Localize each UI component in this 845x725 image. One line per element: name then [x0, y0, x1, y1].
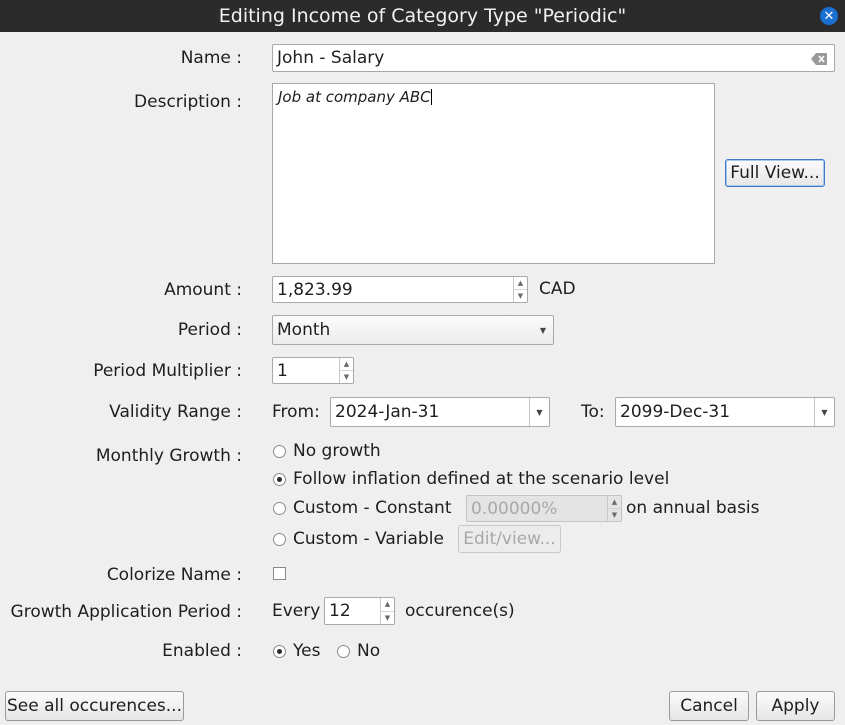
annual-basis-label: on annual basis	[626, 498, 760, 518]
growth-constant-value: 0.00000%	[471, 498, 558, 519]
from-date-combo[interactable]: 2024-Jan-31 ▼	[330, 397, 550, 427]
to-date-value: 2099-Dec-31	[620, 402, 731, 422]
period-multiplier-label: Period Multiplier :	[93, 361, 242, 381]
from-label: From:	[272, 402, 320, 422]
close-icon[interactable]: ✕	[820, 7, 838, 25]
growth-application-period-label: Growth Application Period :	[10, 602, 242, 622]
amount-spinner[interactable]: 1,823.99 ▲ ▼	[272, 276, 528, 303]
apply-button[interactable]: Apply	[756, 691, 835, 721]
radio-button-selected[interactable]	[273, 644, 286, 658]
amount-label: Amount :	[164, 280, 242, 300]
to-date-combo[interactable]: 2099-Dec-31 ▼	[615, 397, 835, 427]
cancel-button[interactable]: Cancel	[669, 691, 749, 721]
growth-none-option[interactable]: No growth	[273, 441, 381, 461]
description-value: Job at company ABC	[278, 88, 431, 106]
growth-constant-spinner: 0.00000% ▲ ▼	[466, 495, 622, 522]
spin-down-icon[interactable]: ▼	[381, 610, 394, 625]
window-title: Editing Income of Category Type "Periodi…	[218, 5, 627, 27]
enabled-no-label: No	[357, 641, 381, 661]
text-caret	[430, 89, 432, 105]
growth-inflation-label: Follow inflation defined at the scenario…	[293, 469, 670, 489]
description-label: Description :	[134, 92, 242, 112]
name-value: John - Salary	[277, 48, 385, 68]
spin-up-icon[interactable]: ▲	[514, 277, 527, 289]
title-bar: Editing Income of Category Type "Periodi…	[0, 0, 845, 32]
growth-constant-spinner-buttons: ▲ ▼	[607, 496, 621, 521]
enabled-label: Enabled :	[162, 641, 242, 661]
enabled-yes-label: Yes	[293, 641, 321, 661]
see-all-occurences-button[interactable]: See all occurences...	[5, 691, 184, 721]
period-select[interactable]: Month ▼	[272, 315, 554, 345]
period-selected: Month	[277, 320, 331, 340]
period-multiplier-spinner-buttons[interactable]: ▲ ▼	[339, 358, 353, 383]
growth-application-value: 12	[329, 601, 351, 621]
colorize-name-checkbox[interactable]	[273, 567, 286, 580]
growth-application-spinner[interactable]: 12 ▲ ▼	[324, 597, 395, 625]
occurences-label: occurence(s)	[405, 601, 515, 621]
name-field[interactable]: John - Salary	[272, 44, 835, 72]
radio-button-selected[interactable]	[273, 472, 286, 486]
growth-inflation-option[interactable]: Follow inflation defined at the scenario…	[273, 469, 669, 489]
spin-up-icon[interactable]: ▲	[381, 598, 394, 611]
growth-variable-label: Custom - Variable	[293, 529, 444, 549]
period-multiplier-value: 1	[277, 360, 288, 381]
growth-constant-option[interactable]: Custom - Constant	[273, 498, 452, 518]
radio-button[interactable]	[273, 501, 286, 515]
colorize-name-label: Colorize Name :	[106, 565, 242, 585]
radio-button[interactable]	[273, 444, 286, 458]
amount-spinner-buttons[interactable]: ▲ ▼	[513, 277, 527, 302]
chevron-down-icon[interactable]: ▼	[814, 398, 834, 426]
currency-label: CAD	[539, 279, 576, 299]
growth-variable-option[interactable]: Custom - Variable	[273, 529, 444, 549]
name-label: Name :	[180, 48, 242, 68]
spin-down-icon[interactable]: ▼	[340, 370, 353, 383]
spin-up-icon: ▲	[611, 498, 618, 506]
enabled-no-option[interactable]: No	[337, 641, 380, 661]
enabled-yes-option[interactable]: Yes	[273, 641, 320, 661]
every-label: Every	[272, 601, 321, 621]
period-label: Period :	[177, 320, 242, 340]
spin-down-icon[interactable]: ▼	[514, 289, 527, 302]
full-view-button[interactable]: Full View...	[725, 159, 825, 187]
edit-view-button: Edit/view...	[458, 525, 561, 553]
period-multiplier-spinner[interactable]: 1 ▲ ▼	[272, 357, 354, 384]
radio-button[interactable]	[273, 532, 286, 546]
growth-application-spinner-buttons[interactable]: ▲ ▼	[380, 598, 394, 624]
radio-button[interactable]	[337, 644, 350, 658]
description-textarea[interactable]: Job at company ABC	[272, 83, 715, 264]
amount-value: 1,823.99	[277, 279, 353, 300]
clear-text-icon[interactable]	[811, 53, 828, 65]
growth-none-label: No growth	[293, 441, 381, 461]
monthly-growth-label: Monthly Growth :	[95, 446, 242, 466]
chevron-down-icon[interactable]: ▼	[529, 398, 549, 426]
spin-down-icon: ▼	[608, 508, 621, 521]
validity-range-label: Validity Range :	[109, 402, 242, 422]
growth-constant-label: Custom - Constant	[293, 498, 452, 518]
from-date-value: 2024-Jan-31	[335, 402, 440, 422]
spin-up-icon[interactable]: ▲	[340, 358, 353, 370]
chevron-down-icon: ▼	[539, 325, 547, 335]
to-label: To:	[581, 402, 605, 422]
